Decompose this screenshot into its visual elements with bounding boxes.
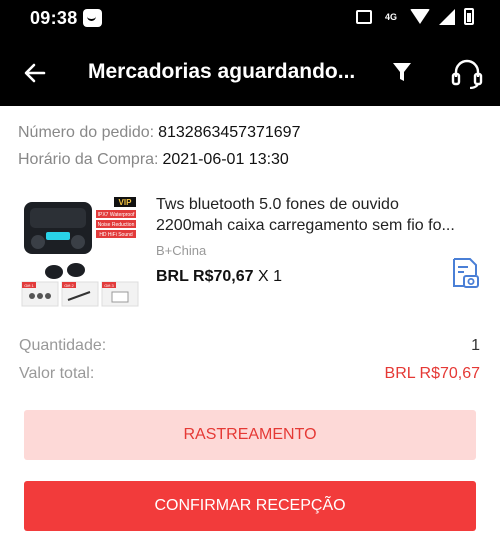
- purchase-time: Horário da Compra: 2021-06-01 13:30: [18, 151, 289, 169]
- quantity-value: 1: [471, 337, 480, 354]
- gift-label-3: Gift 3: [104, 283, 114, 288]
- feature-tag-3: HD HiFi Sound: [99, 232, 133, 238]
- order-number: Número do pedido: 8132863457371697: [18, 124, 300, 142]
- total-label: Valor total:: [19, 365, 95, 382]
- vibrate-icon: [356, 9, 372, 24]
- back-arrow-icon[interactable]: [20, 58, 50, 88]
- confirm-receipt-button[interactable]: CONFIRMAR RECEPÇÃO: [24, 481, 476, 531]
- feature-tag-1: IPX7 Waterproof: [98, 212, 135, 218]
- product-quantity: X 1: [257, 268, 282, 285]
- notification-app-icon: [83, 9, 102, 27]
- battery-icon: [464, 8, 474, 25]
- product-title-line-2: 2200mah caixa carregamento sem fio fo...: [156, 217, 455, 234]
- status-time: 09:38: [30, 8, 78, 28]
- invoice-icon[interactable]: [450, 257, 480, 289]
- network-type: 4G: [384, 11, 397, 22]
- product-title[interactable]: Tws bluetooth 5.0 fones de ouvido 2200ma…: [156, 194, 486, 236]
- customer-support-headset-icon[interactable]: [449, 57, 485, 89]
- order-number-label: Número do pedido:: [18, 124, 155, 141]
- total-value: BRL R$70,67: [384, 365, 480, 382]
- feature-tag-2: Noise Reduction: [98, 222, 135, 228]
- product-origin: B+China: [156, 243, 207, 258]
- product-image[interactable]: VIP IPX7 Waterproof Noise Reduction HD H…: [20, 192, 140, 312]
- wifi-icon: [410, 9, 430, 24]
- vip-badge-text: VIP: [119, 198, 133, 207]
- product-title-line-1: Tws bluetooth 5.0 fones de ouvido: [156, 196, 399, 213]
- purchase-time-value: 2021-06-01 13:30: [162, 151, 289, 168]
- gift-label-2: Gift 2: [64, 283, 74, 288]
- gift-label-1: Gift 1: [24, 283, 34, 288]
- filter-icon[interactable]: [390, 60, 414, 84]
- tracking-button[interactable]: RASTREAMENTO: [24, 410, 476, 460]
- status-icons: 4G: [356, 8, 474, 25]
- top-bar: 09:38 4G Mercadorias aguardando...: [0, 0, 500, 106]
- page-title: Mercadorias aguardando...: [88, 60, 356, 83]
- order-number-value[interactable]: 8132863457371697: [158, 124, 300, 141]
- product-price: BRL R$70,67 X 1: [156, 268, 282, 286]
- cell-signal-icon: [439, 8, 455, 25]
- product-price-value: BRL R$70,67: [156, 268, 254, 285]
- purchase-time-label: Horário da Compra:: [18, 151, 159, 168]
- quantity-label: Quantidade:: [19, 337, 107, 354]
